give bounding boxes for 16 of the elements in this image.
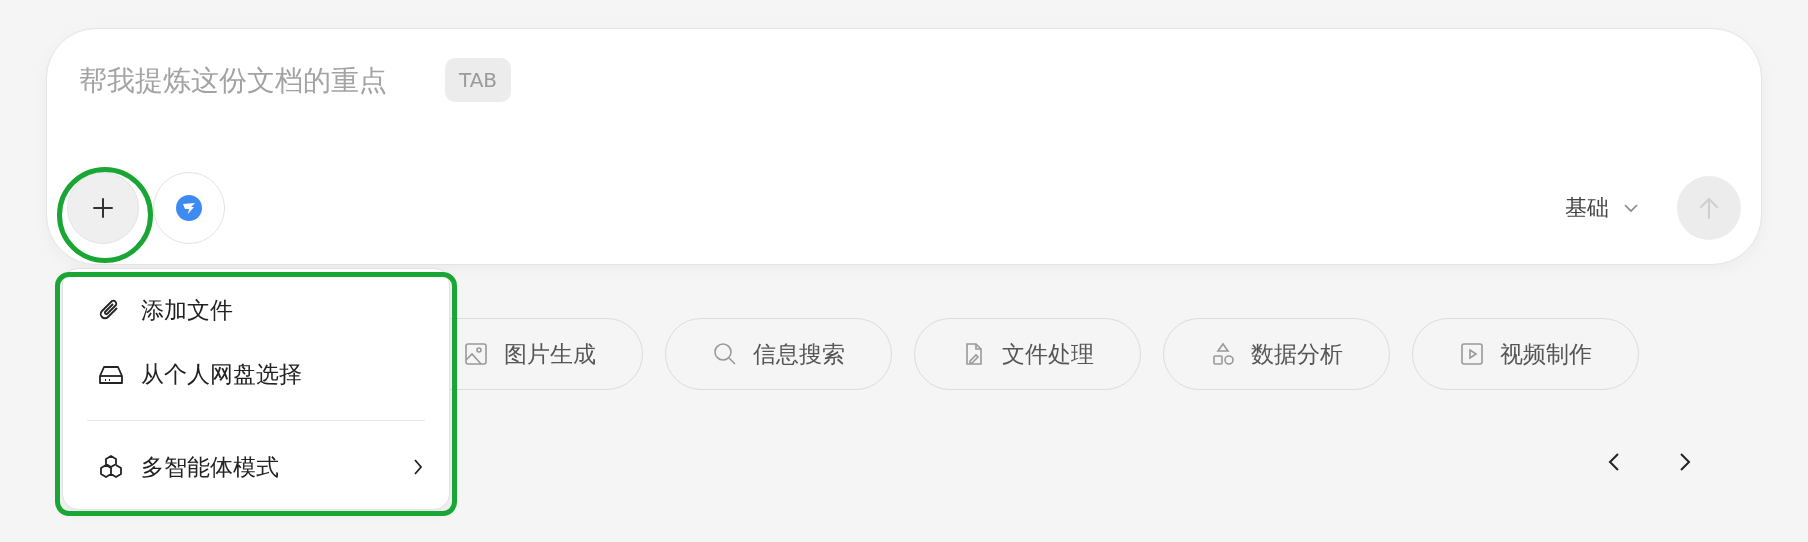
image-icon <box>463 342 488 366</box>
shapes-icon <box>1210 342 1235 366</box>
prompt-field[interactable]: 帮我提炼这份文档的重点 <box>79 63 431 97</box>
play-icon <box>1459 342 1484 366</box>
plus-icon <box>92 197 114 219</box>
arrow-up-icon <box>1698 196 1720 220</box>
bird-logo-icon <box>176 195 202 221</box>
chevron-right-icon <box>413 458 423 477</box>
add-button[interactable] <box>67 172 139 244</box>
mode-dropdown[interactable]: 基础 <box>1559 192 1645 224</box>
menu-item[interactable]: 多智能体模式 <box>77 435 435 499</box>
chevron-down-icon <box>1623 203 1639 213</box>
chevron-right-icon <box>1679 452 1691 472</box>
chevron-left-icon <box>1608 452 1620 472</box>
search-icon <box>712 342 737 366</box>
shortcut-badge: TAB <box>445 58 512 102</box>
